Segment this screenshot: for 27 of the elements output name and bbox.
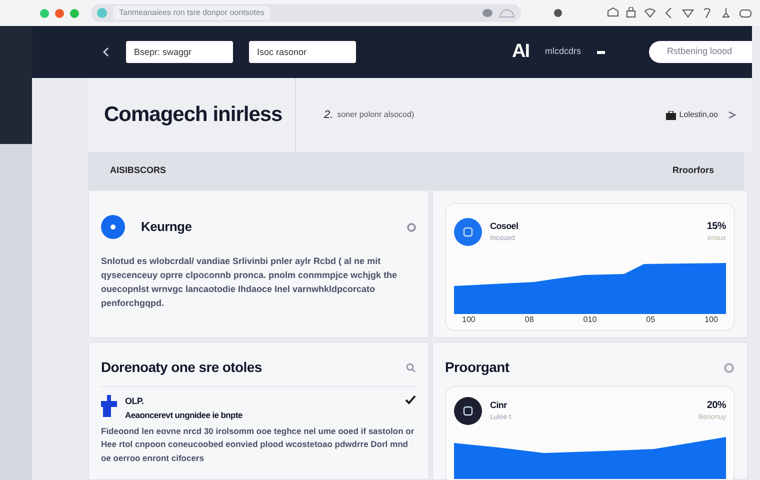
logo-caption: mlcdcdrs [545,45,582,58]
account-label[interactable]: Lolestin,oo [679,109,718,121]
card-paragraph: Snlotud es wlobcrdal/ vandiae Srlivinbi pnler aylr Rcbd ( al ne mit qysecenceuy oprre clpoconnb pronca. pnolm conmmpjce wchjgk the ouecopnlst wrnvgc lancaotodie Ihdaoce Inel varnwhkldpcorcato penforchgqpd. [101,255,398,310]
item-name: OLP. [125,395,145,408]
search-field[interactable]: Bsepr: swaggr [126,41,233,63]
chart-name: Cinr [490,399,508,412]
axis-label: 100 [462,314,476,326]
logo: AI [512,40,529,64]
chart-value: 20% [706,399,726,414]
card-title: Proorgant [445,358,510,377]
page-subtitle: soner polonr alsocod) [337,109,414,121]
axis-label: 05 [646,314,656,326]
section-link[interactable]: Rroorfors [672,164,714,178]
card-title: Dorenoaty one sre otoles [101,358,262,377]
step-number: 2. [324,108,334,123]
chart-value: 15% [706,220,726,234]
search-field[interactable]: Isoc rasonor [249,41,356,63]
address-text: Tanmeanaiees ron tsre donpor oontsotes [113,6,270,20]
nav-button[interactable]: Rstbening loood [648,41,752,63]
item-subtitle: Aeaoncerevt ungnidee ie bnpte [125,408,244,422]
card-title: Keurnge [141,218,192,236]
axis-label: 010 [583,314,597,326]
item-description: Fideoond len eovne nrcd 30 irolsomm ooe teghce nel ume ooed if sastolon or Hee rtol cnpoon coneucoobed eonvied plood wcostetoao pdwdrre Dorl mnd oe oerroo enront cifocers [101,425,416,465]
axis-label: 08 [524,314,534,326]
axis-label: 100 [704,314,718,326]
section-label: AISIBSCORS [110,164,166,178]
chart-name: Cosoel [490,220,518,233]
